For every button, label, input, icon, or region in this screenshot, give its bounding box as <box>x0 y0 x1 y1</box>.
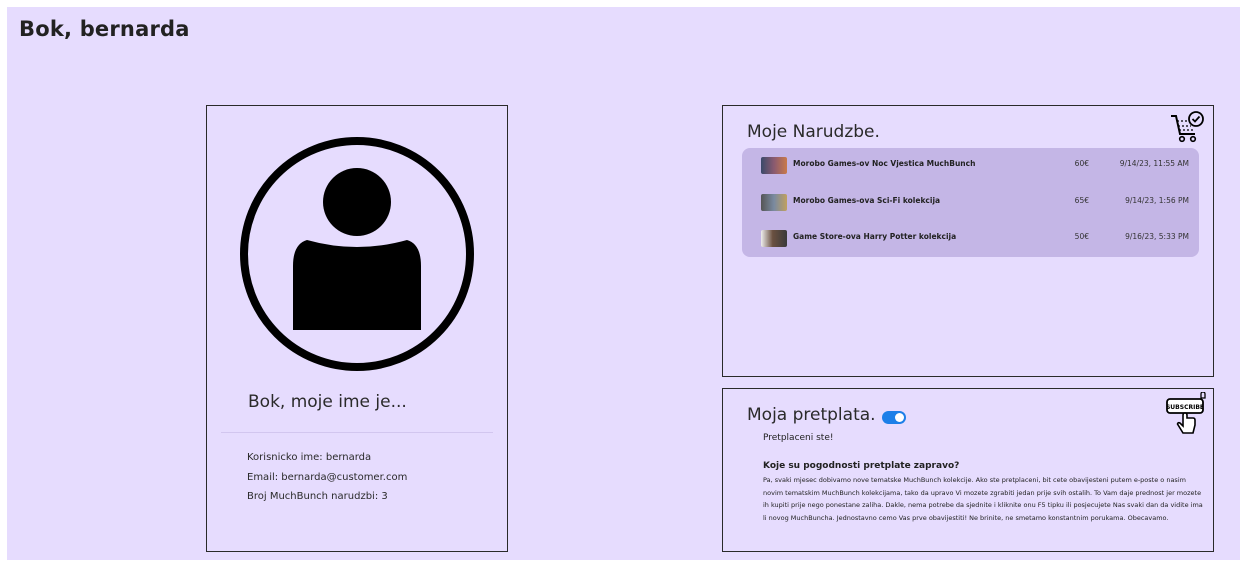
orders-list: Morobo Games-ov Noc Vjestica MuchBunch 6… <box>742 148 1199 257</box>
order-row[interactable]: Morobo Games-ova Sci-Fi kolekcija 65€ 9/… <box>742 185 1199 219</box>
subscription-status: Pretplaceni ste! <box>763 433 834 443</box>
subscribe-hand-icon[interactable]: SUBSCRIBE <box>1165 392 1209 436</box>
email-text: Email: bernarda@customer.com <box>247 472 408 483</box>
subscription-description: Pa, svaki mjesec dobivamo nove tematske … <box>763 476 1203 523</box>
order-count-text: Broj MuchBunch narudzbi: 3 <box>247 491 388 502</box>
toggle-knob <box>895 413 904 422</box>
order-name: Morobo Games-ov Noc Vjestica MuchBunch <box>793 159 976 168</box>
profile-card: Bok, moje ime je... Korisnicko ime: bern… <box>206 105 508 552</box>
order-date: 9/14/23, 1:56 PM <box>1125 196 1189 205</box>
order-row[interactable]: Morobo Games-ov Noc Vjestica MuchBunch 6… <box>742 148 1199 182</box>
subscription-question: Koje su pogodnosti pretplate zapravo? <box>763 461 960 471</box>
cart-check-icon <box>1171 111 1204 143</box>
order-date: 9/14/23, 11:55 AM <box>1119 159 1189 168</box>
subscription-card: Moja pretplata. SUBSCRIBE Pretplaceni st… <box>722 388 1214 552</box>
order-price: 60€ <box>1074 159 1089 168</box>
user-avatar-icon <box>240 137 474 371</box>
orders-title: Moje Narudzbe. <box>747 122 880 142</box>
order-name: Morobo Games-ova Sci-Fi kolekcija <box>793 196 941 205</box>
order-thumbnail <box>761 157 787 174</box>
order-name: Game Store-ova Harry Potter kolekcija <box>793 232 957 241</box>
order-thumbnail <box>761 230 787 247</box>
divider <box>221 432 493 433</box>
profile-title: Bok, moje ime je... <box>248 392 407 412</box>
orders-card: Moje Narudzbe. Morobo Games-ov Noc Vjest… <box>722 105 1214 377</box>
subscription-toggle[interactable] <box>882 411 906 424</box>
order-price: 65€ <box>1074 196 1089 205</box>
subscribe-icon-label: SUBSCRIBE <box>1166 404 1204 411</box>
order-row[interactable]: Game Store-ova Harry Potter kolekcija 50… <box>742 221 1199 255</box>
order-thumbnail <box>761 194 787 211</box>
page-greeting: Bok, bernarda <box>19 17 190 41</box>
username-text: Korisnicko ime: bernarda <box>247 452 372 463</box>
page: Bok, bernarda Bok, moje ime je... Korisn… <box>7 7 1240 560</box>
order-date: 9/16/23, 5:33 PM <box>1125 232 1189 241</box>
order-price: 50€ <box>1074 232 1089 241</box>
subscription-title: Moja pretplata. <box>747 405 876 425</box>
